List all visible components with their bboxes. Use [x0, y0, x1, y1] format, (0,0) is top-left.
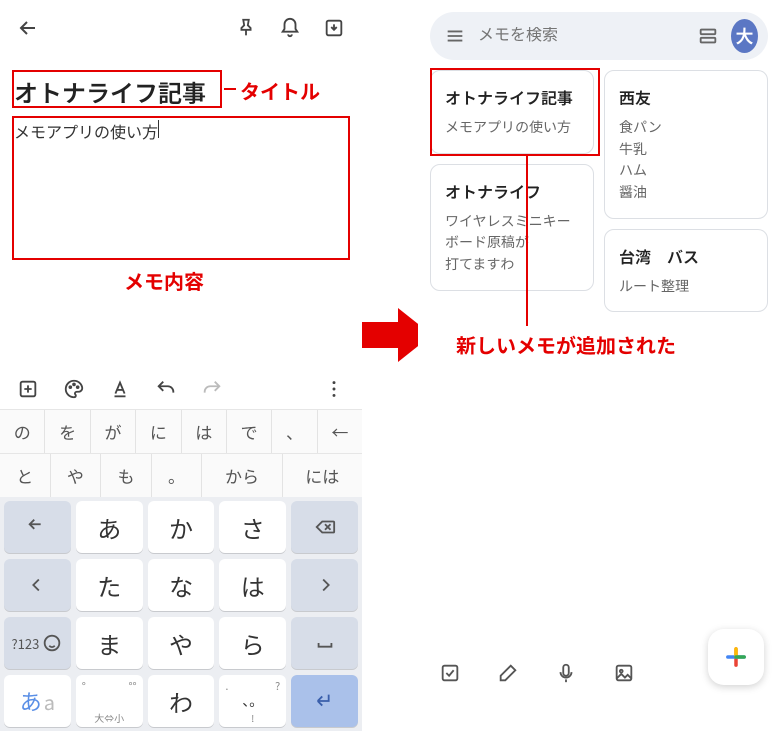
note-card-title: 西友: [619, 85, 753, 109]
pin-icon[interactable]: [234, 16, 258, 40]
account-avatar[interactable]: 大: [731, 19, 758, 53]
note-card-body: 食パン 牛乳 ハム 醤油: [619, 117, 753, 204]
ime-suggestion[interactable]: 。: [152, 454, 202, 497]
checkbox-icon[interactable]: [438, 661, 462, 685]
note-card-body: メモアプリの使い方: [445, 117, 579, 139]
text-format-icon[interactable]: [108, 377, 132, 401]
ime-suggestion[interactable]: に: [136, 410, 180, 453]
key-input-mode[interactable]: あa: [4, 675, 71, 727]
more-icon[interactable]: [322, 377, 346, 401]
key-enter[interactable]: [291, 675, 358, 727]
image-icon[interactable]: [612, 661, 636, 685]
key-space[interactable]: [291, 617, 358, 669]
key-a[interactable]: あ: [76, 501, 143, 553]
key-backspace[interactable]: [291, 501, 358, 553]
key-punct[interactable]: .? 、。 !: [219, 675, 286, 727]
view-toggle-icon[interactable]: [697, 24, 719, 48]
note-card-body: ワイヤレスミニキーボード原稿が 打てますわ: [445, 211, 579, 276]
ime-suggestion[interactable]: ←: [318, 410, 362, 453]
ime-suggestion[interactable]: から: [202, 454, 281, 497]
note-card[interactable]: 西友食パン 牛乳 ハム 醤油: [604, 70, 768, 219]
note-card[interactable]: オトナライフ記事メモアプリの使い方: [430, 70, 594, 154]
new-note-fab[interactable]: [708, 629, 764, 685]
ime-suggestion[interactable]: の: [0, 410, 44, 453]
back-icon[interactable]: [16, 16, 40, 40]
annotation-title: タイトル: [240, 76, 320, 105]
palette-icon[interactable]: [62, 377, 86, 401]
brush-icon[interactable]: [496, 661, 520, 685]
ime-suggestion[interactable]: は: [182, 410, 226, 453]
key-symbols[interactable]: ?123: [4, 617, 71, 669]
archive-icon[interactable]: [322, 16, 346, 40]
key-reverse[interactable]: [4, 501, 71, 553]
search-input[interactable]: [478, 27, 685, 45]
ime-suggestion[interactable]: や: [51, 454, 101, 497]
note-card-title: オトナライフ記事: [445, 85, 579, 109]
note-card[interactable]: オトナライフワイヤレスミニキーボード原稿が 打てますわ: [430, 164, 594, 291]
highlight-title-tick: [224, 88, 236, 90]
key-right[interactable]: [291, 559, 358, 611]
key-left[interactable]: [4, 559, 71, 611]
note-card-body: ルート整理: [619, 276, 753, 298]
ime-suggestion[interactable]: には: [283, 454, 362, 497]
note-body-text: メモアプリの使い方: [14, 119, 158, 143]
key-ya[interactable]: や: [148, 617, 215, 669]
note-card[interactable]: 台湾 バスルート整理: [604, 229, 768, 313]
ime-suggestion[interactable]: も: [101, 454, 151, 497]
key-ma[interactable]: ま: [76, 617, 143, 669]
ime-suggestion-row-2: とやも。からには: [0, 453, 362, 497]
key-small[interactable]: °°° 大⇔小: [76, 675, 143, 727]
format-toolbar: [0, 369, 362, 409]
soft-keyboard: あ か さ た な は ?123: [0, 497, 362, 731]
ime-suggestion-row-1: のをがにはで、←: [0, 409, 362, 453]
key-wa[interactable]: わ: [148, 675, 215, 727]
ime-suggestion[interactable]: と: [0, 454, 50, 497]
undo-icon[interactable]: [154, 377, 178, 401]
key-ka[interactable]: か: [148, 501, 215, 553]
ime-suggestion[interactable]: が: [91, 410, 135, 453]
note-title[interactable]: オトナライフ記事: [14, 74, 222, 109]
add-box-icon[interactable]: [16, 377, 40, 401]
key-ha[interactable]: は: [219, 559, 286, 611]
key-ra[interactable]: ら: [219, 617, 286, 669]
key-ta[interactable]: た: [76, 559, 143, 611]
key-na[interactable]: な: [148, 559, 215, 611]
mic-icon[interactable]: [554, 661, 578, 685]
menu-icon[interactable]: [444, 24, 466, 48]
notes-list-screen: 大 オトナライフ記事メモアプリの使い方オトナライフワイヤレスミニキーボード原稿が…: [418, 0, 780, 703]
note-body[interactable]: メモアプリの使い方: [14, 119, 348, 259]
reminder-icon[interactable]: [278, 16, 302, 40]
ime-suggestion[interactable]: で: [227, 410, 271, 453]
note-card-title: 台湾 バス: [619, 244, 753, 268]
highlight-connector: [526, 156, 528, 326]
editor-screen: オトナライフ記事 メモアプリの使い方 タイトル メモ内容: [0, 0, 362, 703]
text-caret: [158, 120, 159, 138]
ime-suggestion[interactable]: 、: [272, 410, 316, 453]
note-card-title: オトナライフ: [445, 179, 579, 203]
redo-icon: [200, 377, 224, 401]
editor-toolbar: [0, 0, 362, 56]
search-bar[interactable]: 大: [430, 12, 768, 60]
ime-suggestion[interactable]: を: [45, 410, 89, 453]
annotation-added: 新しいメモが追加された: [456, 330, 676, 359]
key-sa[interactable]: さ: [219, 501, 286, 553]
